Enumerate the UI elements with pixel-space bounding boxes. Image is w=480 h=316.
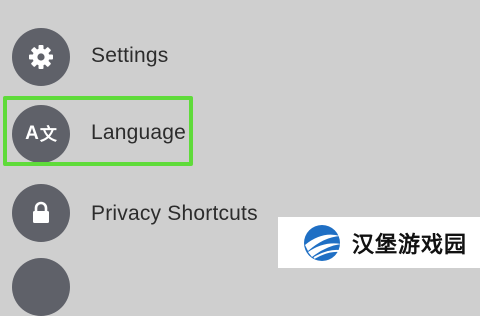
watermark: 汉堡游戏园 [278,217,480,268]
watermark-logo [304,224,341,261]
menu-item-settings[interactable]: Settings [0,28,480,86]
gear-icon [12,28,70,86]
watermark-text: 汉堡游戏园 [352,232,468,258]
menu-item-label-settings: Settings [91,44,169,67]
language-highlight-box [3,96,193,166]
menu-item-label-privacy-shortcuts: Privacy Shortcuts [91,202,258,225]
lock-icon [12,184,70,242]
menu-icon [12,258,70,316]
